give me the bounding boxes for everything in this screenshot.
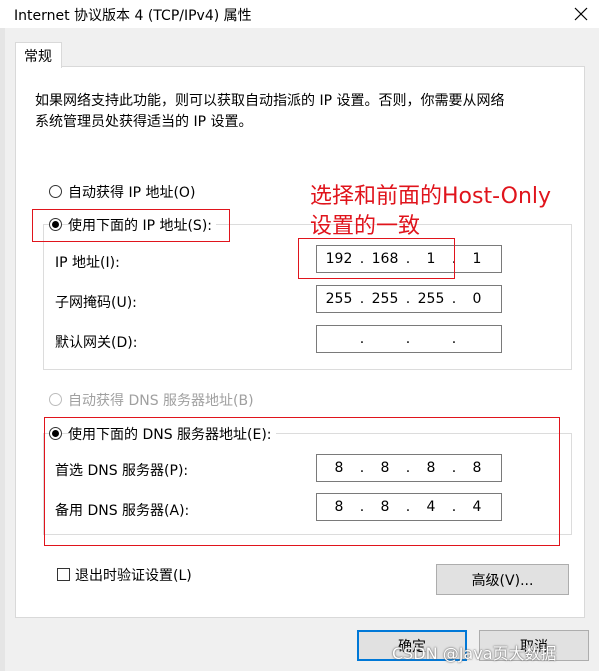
- annotation-box-dns: [44, 417, 560, 546]
- annotation-line-1: 选择和前面的Host-Only: [310, 184, 552, 209]
- annotation-box-manual-ip: [32, 209, 230, 242]
- annotation-text: 选择和前面的Host-Only 设置的一致: [310, 182, 551, 242]
- title-bar: Internet 协议版本 4 (TCP/IPv4) 属性: [0, 0, 599, 28]
- annotation-line-2: 设置的一致: [310, 214, 421, 239]
- gateway-label: 默认网关(D):: [55, 335, 138, 351]
- advanced-button[interactable]: 高级(V)...: [436, 564, 569, 595]
- ip-octet-4: 1: [472, 251, 482, 267]
- auto-ip-radio[interactable]: [49, 185, 62, 198]
- close-button[interactable]: [563, 0, 599, 28]
- annotation-box-ip-address: [298, 238, 455, 279]
- gateway-field[interactable]: . . .: [316, 325, 502, 353]
- close-icon: [574, 7, 588, 21]
- tab-general-label: 常规: [24, 49, 52, 65]
- window-title: Internet 协议版本 4 (TCP/IPv4) 属性: [14, 8, 252, 24]
- validate-on-exit-checkbox[interactable]: [57, 568, 70, 581]
- auto-dns-radio: [49, 393, 62, 406]
- subnet-mask-field[interactable]: 255 . 255 . 255 . 0: [316, 285, 502, 313]
- mask-octet-4: 0: [472, 291, 482, 307]
- auto-ip-label[interactable]: 自动获得 IP 地址(O): [68, 182, 195, 202]
- watermark: CSDN @Java页大数据: [392, 644, 557, 663]
- description-line-2: 系统管理员处获得适当的 IP 设置。: [35, 114, 253, 130]
- auto-dns-label: 自动获得 DNS 服务器地址(B): [68, 393, 254, 409]
- tab-general[interactable]: 常规: [15, 42, 62, 68]
- ip-address-label: IP 地址(I):: [55, 255, 120, 271]
- background-window-edge: [0, 28, 5, 671]
- description-line-1: 如果网络支持此功能，则可以获取自动指派的 IP 设置。否则，你需要从网络: [35, 93, 505, 109]
- mask-octet-2: 255: [371, 291, 399, 307]
- mask-octet-3: 255: [417, 291, 445, 307]
- subnet-mask-label: 子网掩码(U):: [55, 295, 137, 311]
- mask-octet-1: 255: [325, 291, 353, 307]
- validate-on-exit-label[interactable]: 退出时验证设置(L): [75, 565, 192, 585]
